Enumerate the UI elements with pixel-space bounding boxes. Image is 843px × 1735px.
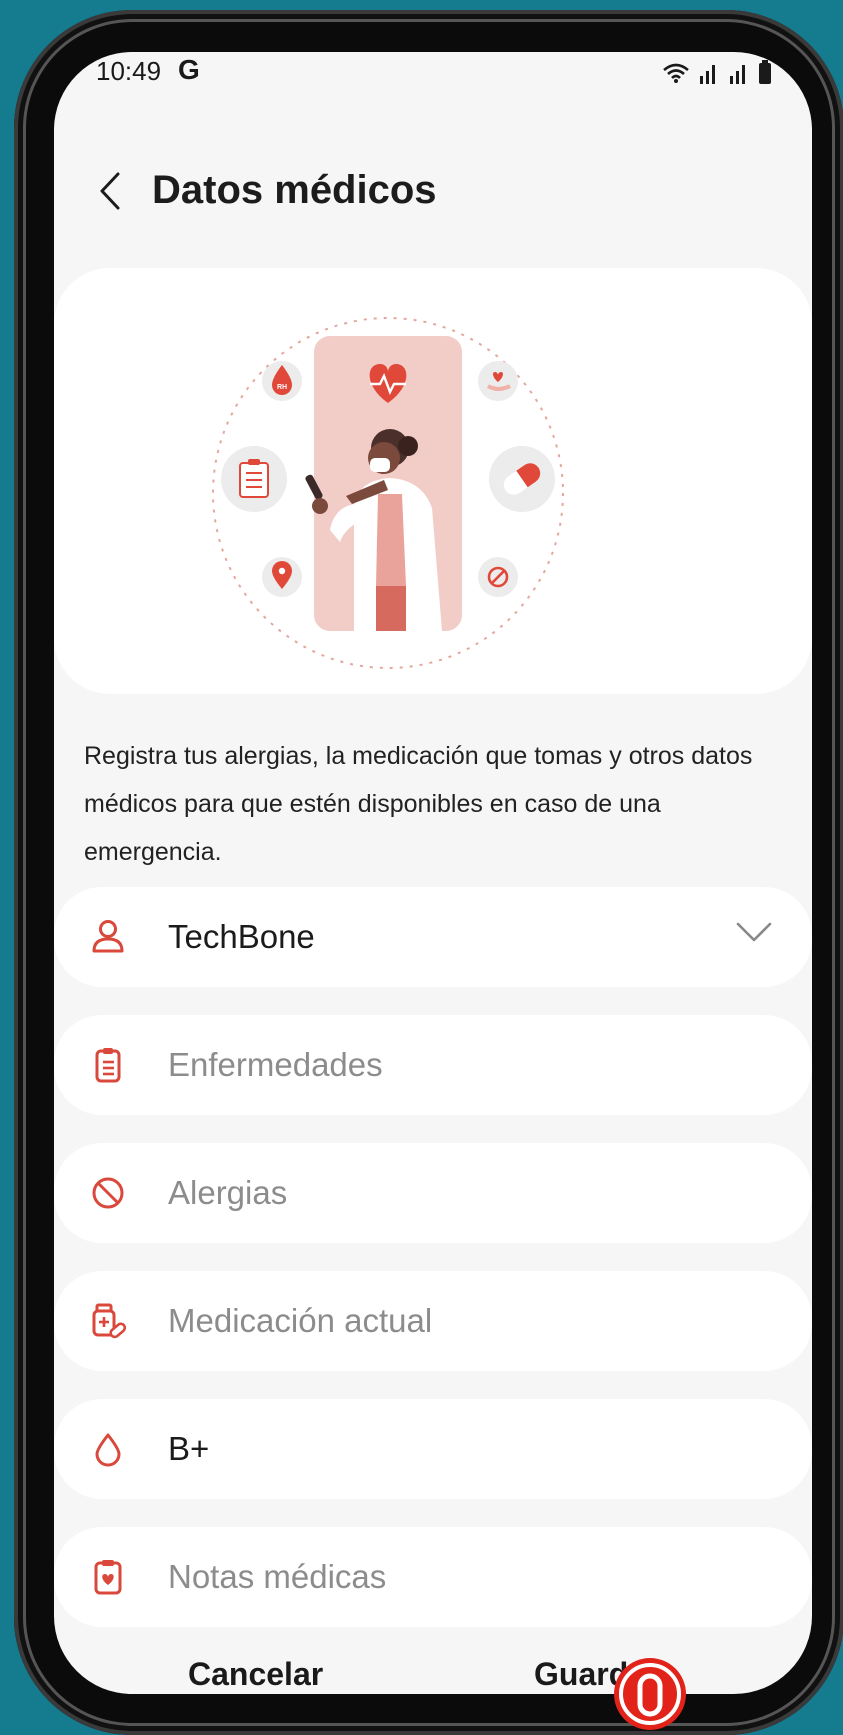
blood-drop-rh-icon: RH xyxy=(262,361,302,401)
medication-icon xyxy=(92,1303,127,1339)
current-medication-field[interactable]: Medicación actual xyxy=(54,1271,812,1371)
blood-drop-icon xyxy=(95,1433,121,1467)
blood-type-field[interactable]: B+ xyxy=(54,1399,812,1499)
clipboard-list-icon xyxy=(221,446,287,512)
illustration-card: RH xyxy=(54,268,812,694)
page-title: Datos médicos xyxy=(152,168,437,212)
chevron-down-icon xyxy=(736,922,772,942)
google-logo: G xyxy=(178,54,200,85)
hand-heart-icon xyxy=(478,361,518,401)
signal-icon xyxy=(700,65,715,84)
screen: 10:49 G Datos médicos RH Registra tus al… xyxy=(54,52,812,1694)
status-bar: 10:49 G xyxy=(54,52,812,108)
cancel-button[interactable]: Cancelar xyxy=(188,1656,323,1693)
prohibited-icon xyxy=(478,557,518,597)
medical-notes-label: Notas médicas xyxy=(168,1558,387,1595)
location-pin-icon xyxy=(262,557,302,597)
person-icon xyxy=(92,920,124,953)
blood-type-value: B+ xyxy=(168,1430,210,1467)
clipboard-list-icon xyxy=(95,1048,121,1083)
svg-text:RH: RH xyxy=(277,384,287,391)
tap-indicator-icon xyxy=(614,1658,686,1730)
back-button[interactable] xyxy=(90,166,130,216)
status-time: 10:49 xyxy=(96,56,162,86)
current-medication-label: Medicación actual xyxy=(168,1302,433,1339)
bottom-action-bar: Cancelar Guardar xyxy=(54,1652,812,1694)
chevron-left-icon xyxy=(100,172,120,210)
diseases-field[interactable]: Enfermedades xyxy=(54,1015,812,1115)
description-text: Registra tus alergias, la medicación que… xyxy=(84,742,753,866)
profile-selector[interactable]: TechBone xyxy=(54,887,812,987)
signal-icon xyxy=(730,65,745,84)
status-icons xyxy=(662,60,772,84)
medical-notes-icon xyxy=(94,1560,122,1595)
pill-icon xyxy=(489,446,555,512)
battery-icon xyxy=(759,60,771,84)
profile-name: TechBone xyxy=(168,918,315,955)
allergies-field[interactable]: Alergias xyxy=(54,1143,812,1243)
medical-notes-field[interactable]: Notas médicas xyxy=(54,1527,812,1627)
header: Datos médicos xyxy=(54,152,812,232)
prohibited-icon xyxy=(92,1177,124,1209)
allergies-label: Alergias xyxy=(168,1174,288,1211)
wifi-icon xyxy=(663,63,689,83)
diseases-label: Enfermedades xyxy=(168,1046,383,1083)
medical-illustration: RH xyxy=(212,317,564,669)
